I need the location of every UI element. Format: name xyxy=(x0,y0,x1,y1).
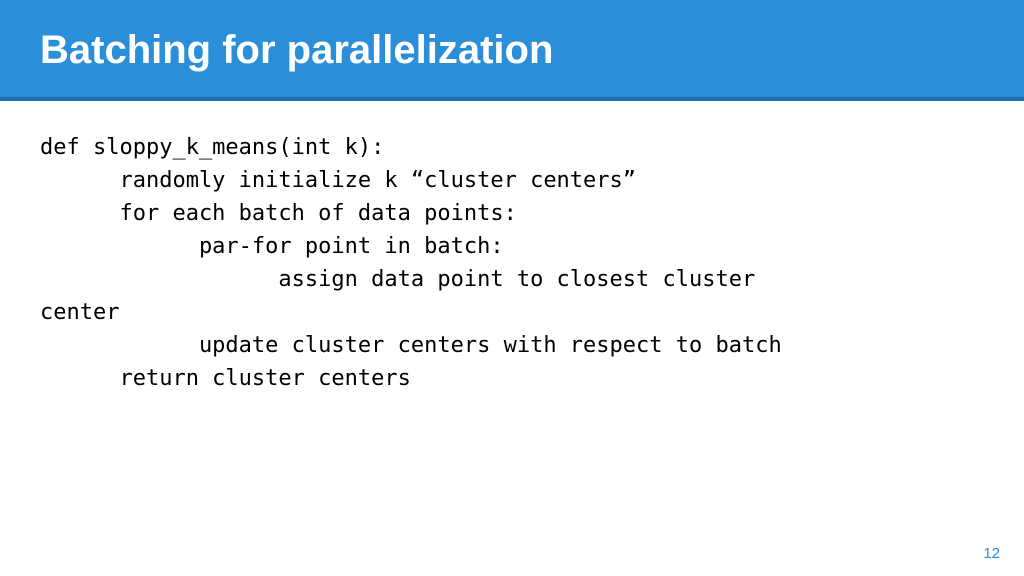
code-line: for each batch of data points: xyxy=(40,201,517,226)
code-line: return cluster centers xyxy=(40,366,411,391)
slide-title: Batching for parallelization xyxy=(40,28,984,73)
code-block: def sloppy_k_means(int k): randomly init… xyxy=(40,131,984,395)
slide-content: def sloppy_k_means(int k): randomly init… xyxy=(0,101,1024,425)
code-line: def sloppy_k_means(int k): xyxy=(40,135,384,160)
page-number: 12 xyxy=(983,545,1000,562)
code-line: par-for point in batch: xyxy=(40,234,504,259)
code-line: randomly initialize k “cluster centers” xyxy=(40,168,636,193)
slide-header: Batching for parallelization xyxy=(0,0,1024,101)
code-line: assign data point to closest cluster xyxy=(40,267,755,292)
code-line: update cluster centers with respect to b… xyxy=(40,333,782,358)
code-line: center xyxy=(40,300,119,325)
